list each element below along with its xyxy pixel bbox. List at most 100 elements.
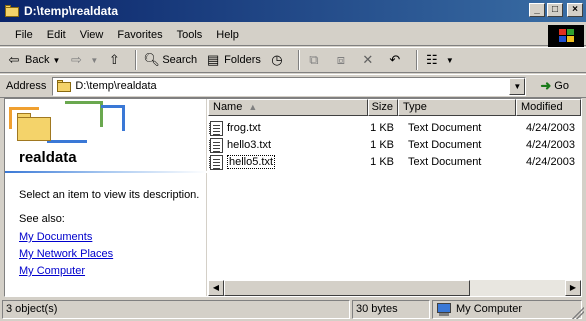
file-row[interactable]: hello3.txt 1 KB Text Document 4/24/2003 [208,137,581,153]
history-button[interactable]: ◷ [269,52,288,68]
search-icon: 🔍︎ [143,52,160,67]
large-folder-icon [17,111,53,141]
web-view-pane: realdata Select an item to view its desc… [5,99,207,296]
column-name[interactable]: Name ▲ [208,99,368,116]
file-type: Text Document [408,156,482,168]
file-name: hello5.txt [227,155,276,169]
main-area: realdata Select an item to view its desc… [4,98,582,297]
file-size: 1 KB [370,139,394,151]
menu-edit[interactable]: Edit [40,29,73,41]
forward-dropdown-icon[interactable]: ▼ [90,56,98,65]
file-list: Name ▲ Size Type Modified frog.txt 1 KB T… [208,99,581,296]
link-my-computer[interactable]: My Computer [19,265,85,277]
window-title: D:\temp\realdata [24,4,119,18]
menu-file[interactable]: File [8,29,40,41]
column-header: Name ▲ Size Type Modified [208,99,581,116]
file-modified: 4/24/2003 [526,156,575,168]
menu-help[interactable]: Help [209,29,246,41]
file-type: Text Document [408,139,482,151]
menu-view[interactable]: View [73,29,111,41]
back-button[interactable]: ⇦ Back ▼ [6,52,61,68]
close-button[interactable]: × [567,3,583,17]
folders-button[interactable]: ▤ Folders [205,52,261,68]
search-label: Search [162,54,198,66]
back-dropdown-icon[interactable]: ▼ [52,56,60,65]
horizontal-scrollbar[interactable]: ◀ ▶ [208,280,581,296]
toolbar: ⇦ Back ▼ ⇨ ▼ ⇧ 🔍︎ Search ▤ Folders ◷ ⧉ ⧈… [0,47,586,73]
file-name: hello3.txt [227,139,272,151]
views-button[interactable]: ☷ ▼ [424,52,454,68]
go-label: Go [554,80,569,92]
toolbar-separator [135,50,138,70]
column-size[interactable]: Size [368,99,398,116]
views-icon: ☷ [426,52,438,67]
text-file-icon [209,154,223,170]
address-value: D:\temp\realdata [75,80,157,92]
title-bar[interactable]: D:\temp\realdata _ □ × [0,0,586,22]
delete-button[interactable]: ✕ [360,52,379,68]
up-folder-icon: ⇧ [108,52,120,67]
maximize-button[interactable]: □ [547,3,563,17]
file-type: Text Document [408,122,482,134]
status-objects: 3 object(s) [2,300,350,319]
menu-tools[interactable]: Tools [170,29,210,41]
text-file-icon [209,120,223,136]
scroll-left-icon[interactable]: ◀ [208,280,224,296]
copy-to-button[interactable]: ⧈ [333,52,352,68]
forward-arrow-icon: ⇨ [70,52,82,67]
folder-title: realdata [19,149,77,166]
folder-banner: realdata [5,99,207,173]
folders-icon: ▤ [207,52,220,67]
file-modified: 4/24/2003 [526,139,575,151]
link-my-documents[interactable]: My Documents [19,231,92,243]
address-input[interactable]: D:\temp\realdata ▼ [52,76,527,96]
folder-icon [4,4,20,18]
file-row[interactable]: hello5.txt 1 KB Text Document 4/24/2003 [208,154,581,170]
status-size: 30 bytes [352,300,430,319]
windows-logo-icon [548,25,584,47]
folders-label: Folders [224,54,261,66]
back-label: Back [25,54,50,66]
address-dropdown-icon[interactable]: ▼ [509,77,526,95]
status-location: My Computer [432,300,582,319]
column-modified[interactable]: Modified [516,99,581,116]
forward-button[interactable]: ⇨ ▼ [68,52,98,68]
my-computer-icon [436,303,452,316]
folder-icon [56,79,72,93]
folder-description: Select an item to view its description. [19,189,200,201]
file-size: 1 KB [370,122,394,134]
search-button[interactable]: 🔍︎ Search [143,52,197,68]
file-size: 1 KB [370,156,394,168]
move-to-button[interactable]: ⧉ [306,52,325,68]
address-bar: Address D:\temp\realdata ▼ ➜ Go [0,74,586,98]
scroll-thumb[interactable] [224,280,470,296]
status-bar: 3 object(s) 30 bytes My Computer [0,298,586,321]
minimize-button[interactable]: _ [529,3,545,17]
link-my-network-places[interactable]: My Network Places [19,248,113,260]
delete-icon: ✕ [362,52,374,67]
undo-icon: ↶ [389,52,401,67]
scroll-right-icon[interactable]: ▶ [565,280,581,296]
sort-ascending-icon: ▲ [248,102,258,112]
text-file-icon [209,137,223,153]
file-name: frog.txt [227,122,261,134]
see-also-label: See also: [19,213,65,225]
column-type[interactable]: Type [398,99,516,116]
go-button[interactable]: ➜ Go [540,78,569,94]
menu-favorites[interactable]: Favorites [110,29,169,41]
menu-bar: File Edit View Favorites Tools Help [0,24,586,47]
history-icon: ◷ [271,52,283,67]
toolbar-separator [297,50,300,70]
file-row[interactable]: frog.txt 1 KB Text Document 4/24/2003 [208,120,581,136]
back-arrow-icon: ⇦ [8,52,20,67]
file-modified: 4/24/2003 [526,122,575,134]
move-to-icon: ⧉ [309,52,319,67]
undo-button[interactable]: ↶ [387,52,406,68]
views-dropdown-icon[interactable]: ▼ [446,56,454,65]
go-arrow-icon: ➜ [540,78,552,93]
copy-to-icon: ⧈ [336,52,345,67]
resize-grip[interactable] [572,307,584,319]
up-folder-button[interactable]: ⇧ [106,52,125,68]
toolbar-separator [415,50,418,70]
address-label: Address [6,80,47,92]
